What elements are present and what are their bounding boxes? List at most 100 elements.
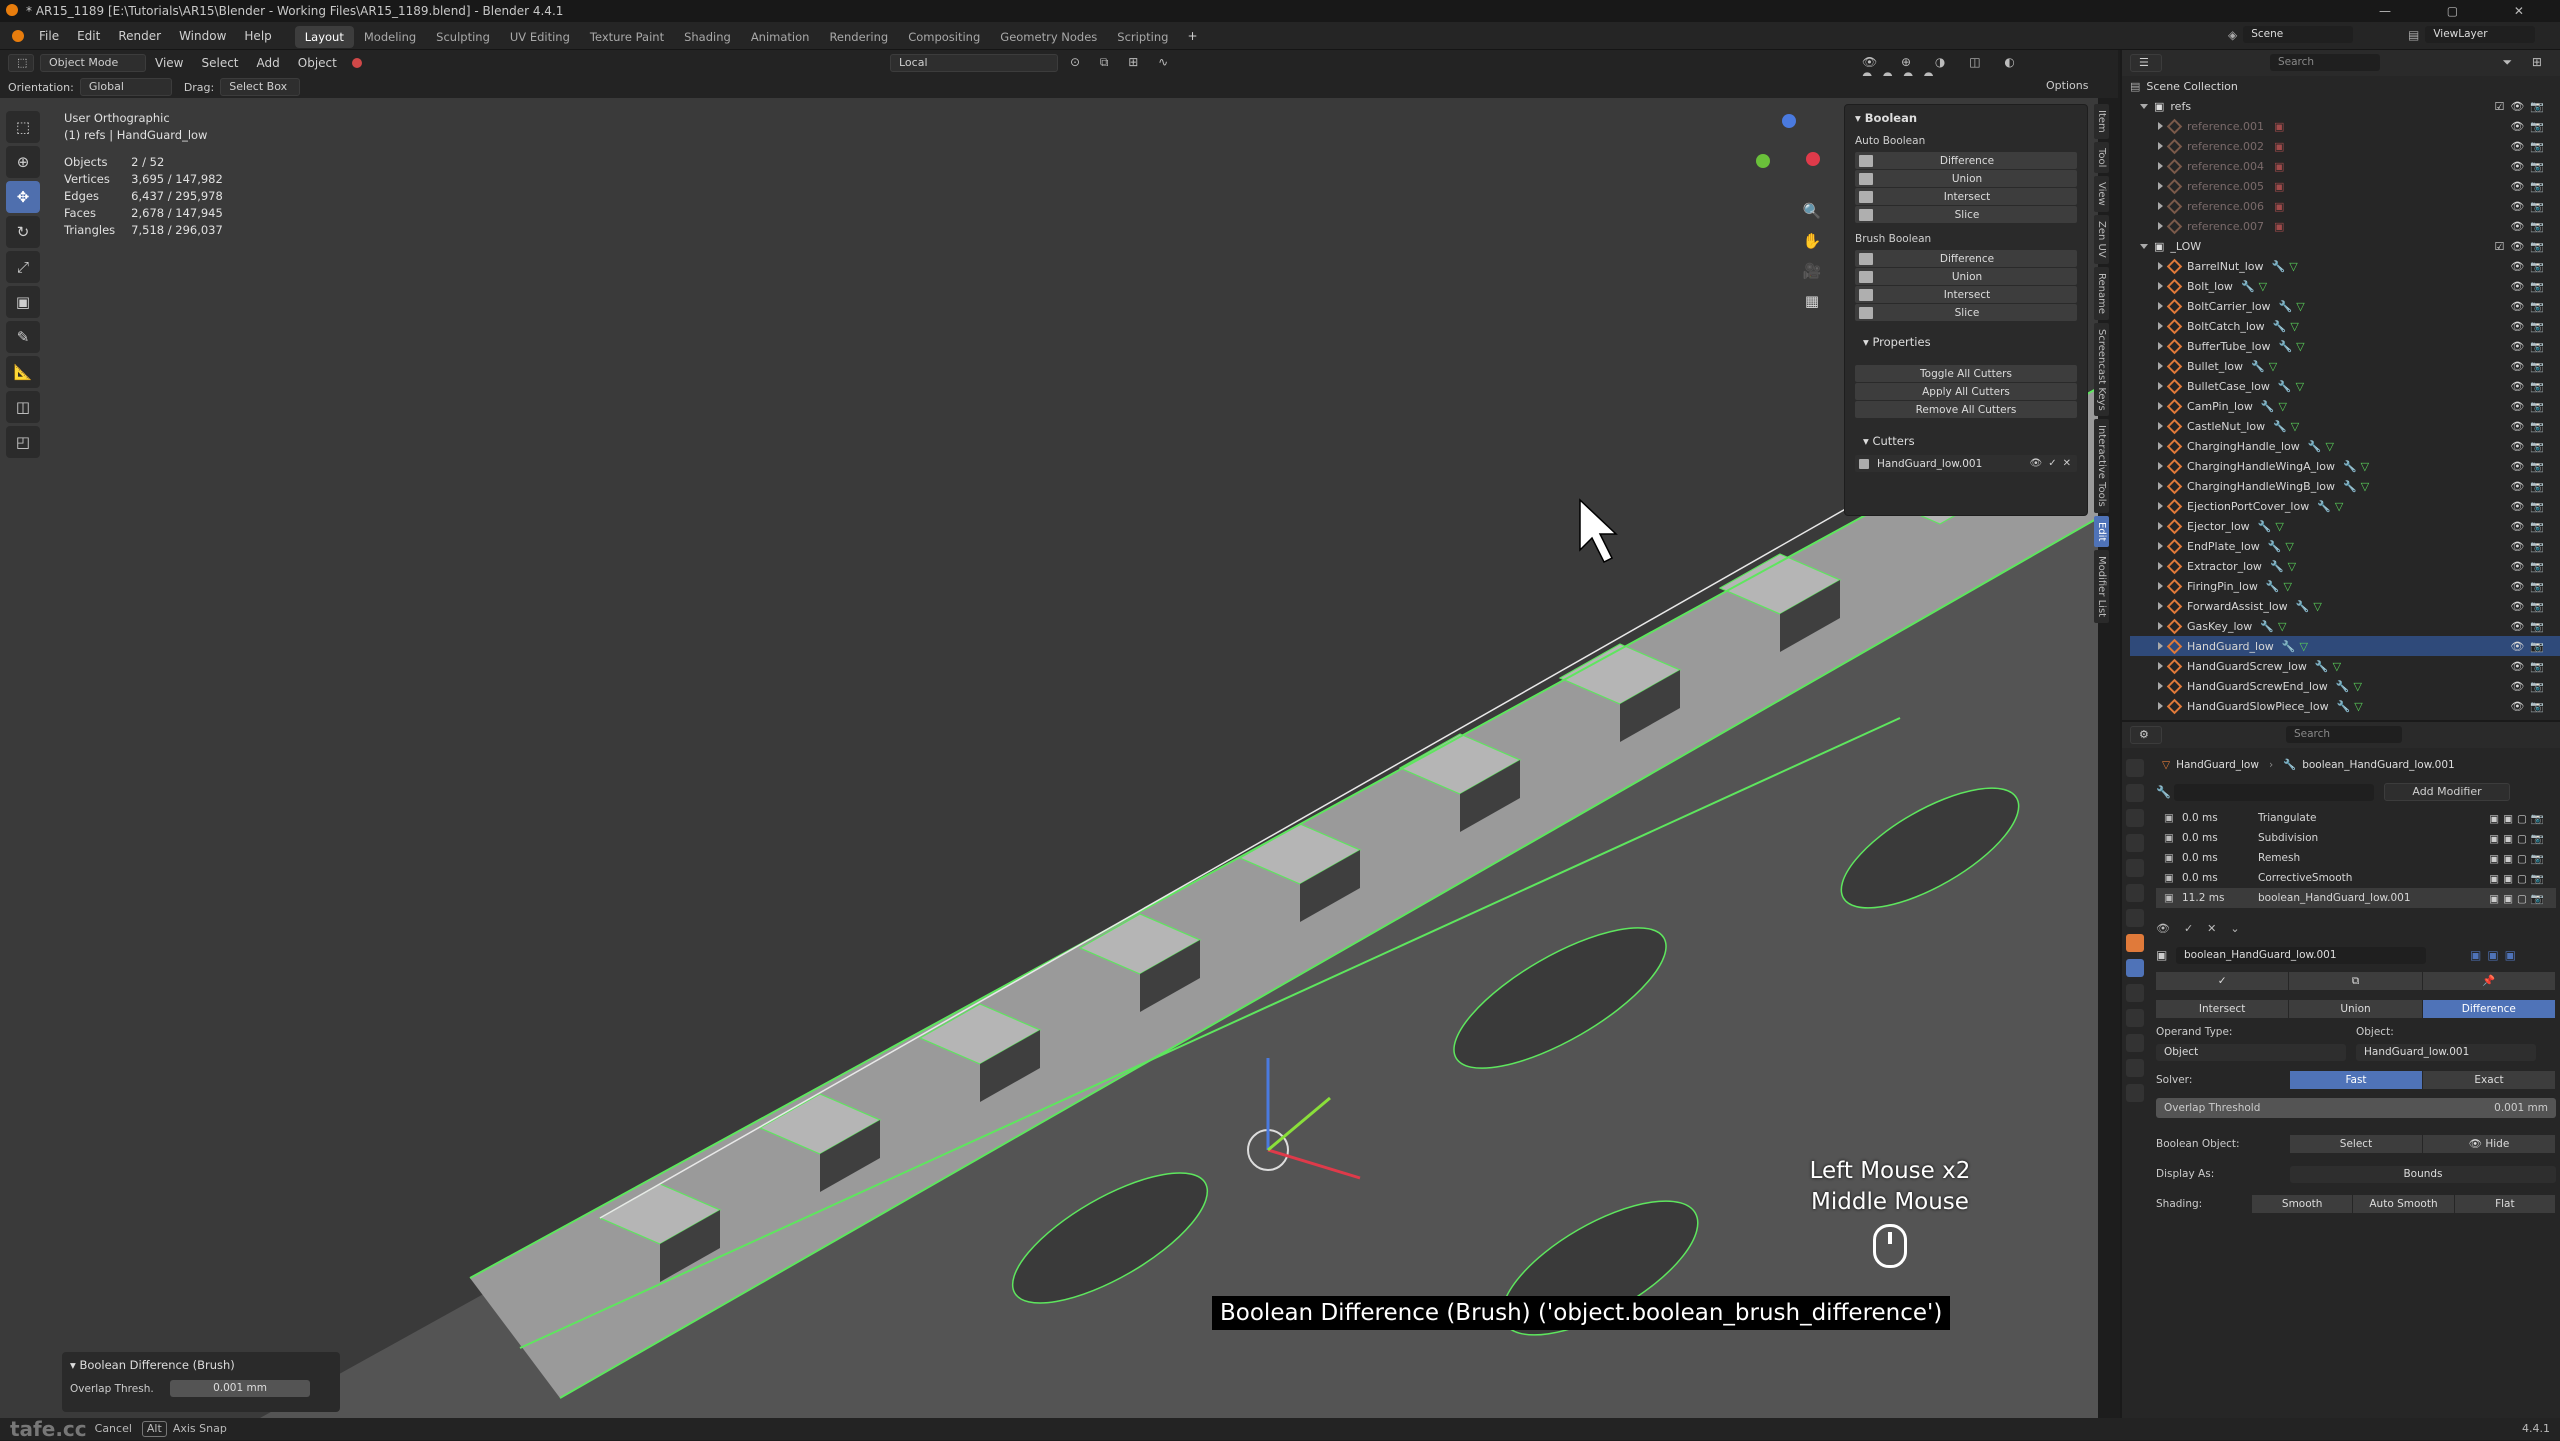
expand-icon[interactable] xyxy=(2158,402,2163,410)
outliner-object-row[interactable]: BarrelNut_low 🔧 ▽ 👁📷 xyxy=(2130,256,2560,276)
modifier-icon[interactable]: 🔧 xyxy=(2268,540,2282,553)
viewlayer-selector[interactable]: ▤ ViewLayer xyxy=(2408,26,2536,43)
modifier-icon[interactable]: 🔧 xyxy=(2343,480,2357,493)
modifier-icon[interactable]: 🔧 xyxy=(2270,560,2284,573)
drag-dropdown[interactable]: Select Box xyxy=(220,78,301,96)
visibility-icons[interactable]: ☑👁📷 xyxy=(2494,100,2550,113)
outliner-object-row[interactable]: BufferTube_low 🔧 ▽ 👁📷 xyxy=(2130,336,2560,356)
modifier-icon[interactable]: 🔧 xyxy=(2317,500,2331,513)
outliner-object-row[interactable]: EjectionPortCover_low 🔧 ▽ 👁📷 xyxy=(2130,496,2560,516)
mesh-data-icon[interactable]: ▽ xyxy=(2326,440,2334,453)
modifier-icon[interactable]: 🔧 xyxy=(2258,520,2272,533)
pin-modifier-icon[interactable]: 📌 xyxy=(2422,972,2555,990)
visibility-icons[interactable]: 👁📷 xyxy=(2510,280,2550,293)
outliner-object-row[interactable]: HandGuardScrew_low 🔧 ▽ 👁📷 xyxy=(2130,656,2560,676)
visibility-icons[interactable]: 👁📷 xyxy=(2510,320,2550,333)
properties-search-input[interactable]: Search xyxy=(2286,726,2402,743)
options-dropdown[interactable]: Options xyxy=(2046,79,2088,92)
expand-icon[interactable] xyxy=(2158,562,2163,570)
modifier-icon[interactable]: 🔧 xyxy=(2315,660,2329,673)
tab-zen-uv[interactable]: Zen UV xyxy=(2094,214,2109,264)
object-tab-icon[interactable] xyxy=(2126,934,2144,952)
add-workspace-button[interactable]: + xyxy=(1178,22,1206,50)
outliner-editor-type-icon[interactable]: ☰ xyxy=(2130,54,2162,72)
workspace-tab-modeling[interactable]: Modeling xyxy=(354,26,426,48)
outliner-object-row[interactable]: EndPlate_low 🔧 ▽ 👁📷 xyxy=(2130,536,2560,556)
workspace-tab-compositing[interactable]: Compositing xyxy=(898,26,990,48)
visibility-icons[interactable]: 👁📷 xyxy=(2510,640,2550,653)
visibility-icons[interactable]: 👁📷 xyxy=(2510,620,2550,633)
mesh-data-icon[interactable]: ▽ xyxy=(2361,480,2369,493)
modifier-icon[interactable]: 🔧 xyxy=(2278,380,2292,393)
rotate-tool-icon[interactable]: ↻ xyxy=(6,216,40,248)
modifier-icon[interactable]: 🔧 xyxy=(2282,640,2296,653)
mesh-data-icon[interactable]: ▽ xyxy=(2333,660,2341,673)
cutters-subpanel-header[interactable]: ▾ Cutters xyxy=(1845,428,2087,454)
modifier-toggle-icons[interactable]: ▣▣▢📷 xyxy=(2489,812,2548,825)
visibility-icons[interactable]: 👁📷 xyxy=(2510,500,2550,513)
shading-auto-smooth-button[interactable]: Auto Smooth xyxy=(2353,1195,2454,1213)
auto-slice-button[interactable]: Slice xyxy=(1855,206,2077,223)
operation-intersect-button[interactable]: Intersect xyxy=(2156,1000,2289,1018)
modifier-toggle-icons[interactable]: ▣▣▢📷 xyxy=(2489,852,2548,865)
outliner-object-row[interactable]: reference.006 ▣ 👁📷 xyxy=(2130,196,2560,216)
workspace-tab-rendering[interactable]: Rendering xyxy=(819,26,898,48)
outliner-object-row[interactable]: Extractor_low 🔧 ▽ 👁📷 xyxy=(2130,556,2560,576)
measure-tool-icon[interactable]: 📐 xyxy=(6,356,40,388)
mesh-data-icon[interactable]: ▽ xyxy=(2354,700,2362,713)
visibility-icons[interactable]: 👁📷 xyxy=(2510,440,2550,453)
outliner-object-row[interactable]: Ejector_low 🔧 ▽ 👁📷 xyxy=(2130,516,2560,536)
expand-icon[interactable] xyxy=(2158,682,2163,690)
outliner-object-row[interactable]: Bullet_low 🔧 ▽ 👁📷 xyxy=(2130,356,2560,376)
render-tab-icon[interactable] xyxy=(2126,784,2144,802)
outliner-object-row[interactable]: GasKey_low 🔧 ▽ 👁📷 xyxy=(2130,616,2560,636)
gizmo-y-axis[interactable] xyxy=(1756,154,1770,168)
tab-view[interactable]: View xyxy=(2094,176,2109,212)
expand-icon[interactable] xyxy=(2158,282,2163,290)
modifier-icon[interactable]: 🔧 xyxy=(2308,440,2322,453)
visibility-icons[interactable]: 👁📷 xyxy=(2510,580,2550,593)
remove-all-cutters-button[interactable]: Remove All Cutters xyxy=(1855,401,2077,418)
outliner-object-row[interactable]: BoltCatch_low 🔧 ▽ 👁📷 xyxy=(2130,316,2560,336)
workspace-tab-sculpting[interactable]: Sculpting xyxy=(426,26,500,48)
modifier-visibility-icons[interactable]: ▣▣▣ xyxy=(2470,948,2522,962)
modifier-icon[interactable]: 🔧 xyxy=(2260,620,2274,633)
tab-rename[interactable]: Rename xyxy=(2094,266,2109,320)
menu-help[interactable]: Help xyxy=(235,22,280,50)
modifier-tab-icon[interactable] xyxy=(2126,959,2144,977)
modifier-list-actions[interactable]: 👁✓✕⌄ xyxy=(2156,918,2556,938)
visibility-icons[interactable]: 👁📷 xyxy=(2510,300,2550,313)
expand-icon[interactable] xyxy=(2158,522,2163,530)
viewport-menu-select[interactable]: Select xyxy=(192,49,247,77)
modifier-toggle-icons[interactable]: ▣▣▢📷 xyxy=(2489,892,2548,905)
expand-icon[interactable] xyxy=(2158,302,2163,310)
workspace-tab-texture-paint[interactable]: Texture Paint xyxy=(580,26,674,48)
outliner-object-row[interactable]: reference.001 ▣ 👁📷 xyxy=(2130,116,2560,136)
mesh-data-icon[interactable]: ▽ xyxy=(2313,600,2321,613)
visibility-icons[interactable]: 👁📷 xyxy=(2510,380,2550,393)
modifier-toggle-icons[interactable]: ▣▣▢📷 xyxy=(2489,872,2548,885)
outliner-object-row[interactable]: Bolt_low 🔧 ▽ 👁📷 xyxy=(2130,276,2560,296)
outliner-object-row[interactable]: ChargingHandle_low 🔧 ▽ 👁📷 xyxy=(2130,436,2560,456)
mesh-data-icon[interactable]: ▽ xyxy=(2275,520,2283,533)
expand-icon[interactable] xyxy=(2158,542,2163,550)
annotate-tool-icon[interactable]: ✎ xyxy=(6,321,40,353)
expand-icon[interactable] xyxy=(2158,362,2163,370)
pivot-snap-icons[interactable]: ⊙ ⧉ ⊞ ∿ xyxy=(1070,55,1176,70)
snap-target-icon[interactable] xyxy=(351,58,362,68)
cursor-tool-icon[interactable]: ⊕ xyxy=(6,146,40,178)
navigation-gizmo[interactable] xyxy=(1752,112,1824,184)
data-tab-icon[interactable] xyxy=(2126,1059,2144,1077)
visibility-icons[interactable]: 👁📷 xyxy=(2510,480,2550,493)
viewlayer-name[interactable]: ViewLayer xyxy=(2425,26,2536,43)
outliner-object-row[interactable]: ChargingHandleWingB_low 🔧 ▽ 👁📷 xyxy=(2130,476,2560,496)
camera-view-icon[interactable]: 🎥 xyxy=(1802,256,1822,286)
visibility-icons[interactable]: 👁📷 xyxy=(2510,460,2550,473)
redo-panel-title[interactable]: ▾ Boolean Difference (Brush) xyxy=(62,1352,340,1378)
expand-icon[interactable] xyxy=(2158,222,2163,230)
tab-modifier-list[interactable]: Modifier List xyxy=(2094,550,2109,624)
constraints-tab-icon[interactable] xyxy=(2126,1034,2144,1052)
visibility-icons[interactable]: 👁📷 xyxy=(2510,140,2550,153)
cutter-actions-icons[interactable]: 👁✓✕ xyxy=(2030,458,2077,469)
modifier-icon[interactable]: 🔧 xyxy=(2296,600,2310,613)
